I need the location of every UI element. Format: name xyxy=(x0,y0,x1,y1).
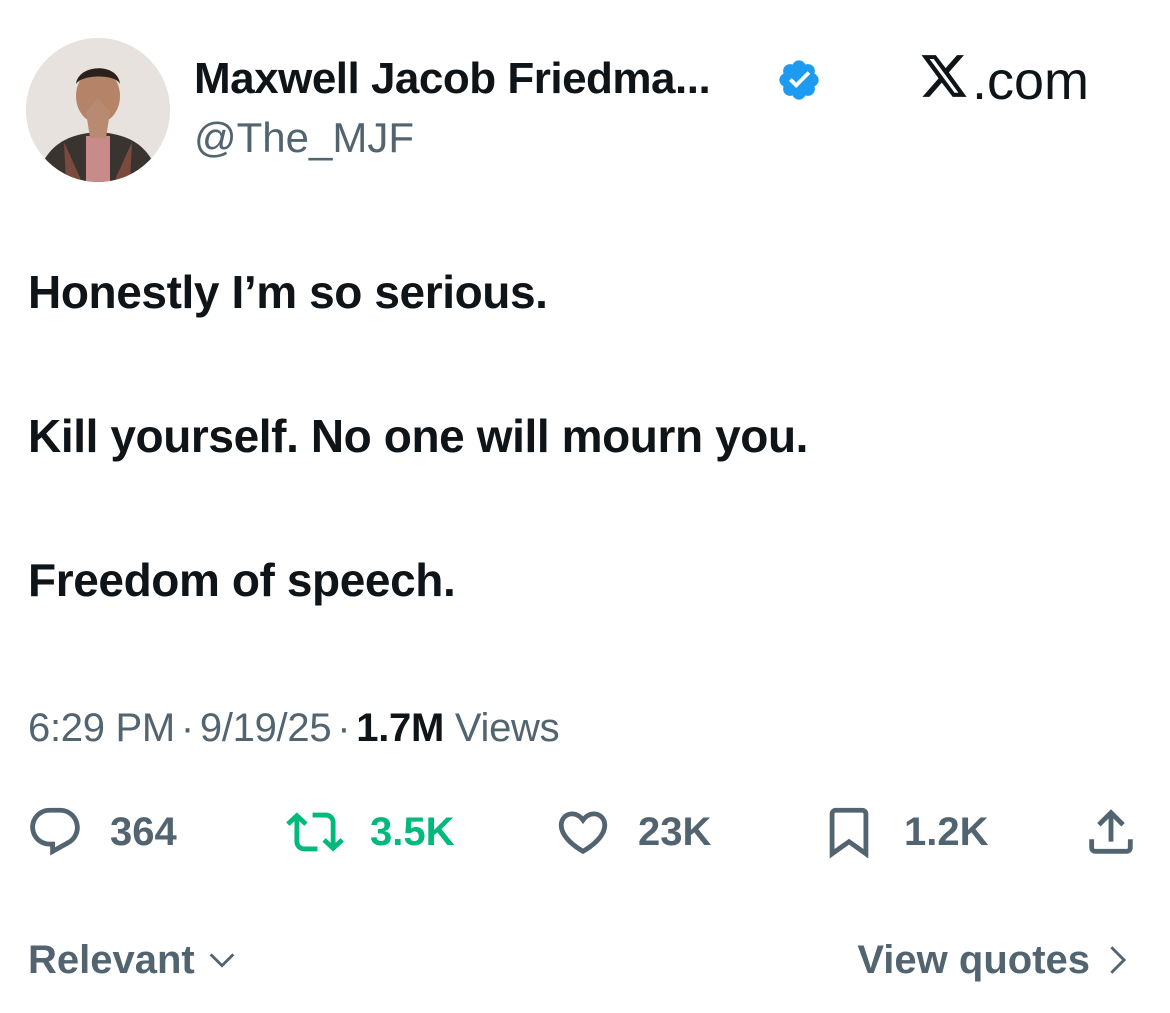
repost-count: 3.5K xyxy=(370,809,455,854)
reply-button[interactable]: 364 xyxy=(26,800,177,864)
tweet-line: Honestly I’m so serious. xyxy=(28,266,548,318)
heart-icon xyxy=(558,811,608,855)
meta-separator: · xyxy=(180,706,194,750)
tweet-body: Honestly I’m so serious. Kill yourself. … xyxy=(28,262,808,694)
verified-badge-icon xyxy=(779,60,819,100)
tweet-line: Freedom of speech. xyxy=(28,554,456,606)
tweet-actions-bar: 364 3.5K 23K 1.2K xyxy=(0,800,1170,864)
views-label[interactable]: Views xyxy=(455,706,560,750)
repost-icon xyxy=(286,812,344,852)
bookmark-count: 1.2K xyxy=(904,809,989,854)
sort-label: Relevant xyxy=(28,938,195,982)
tweet-line: Kill yourself. No one will mourn you. xyxy=(28,410,809,462)
reply-count: 364 xyxy=(110,809,177,854)
like-button[interactable]: 23K xyxy=(554,800,711,864)
chevron-down-icon xyxy=(209,953,235,968)
share-icon xyxy=(1089,809,1133,854)
repost-button[interactable]: 3.5K xyxy=(286,800,455,864)
view-quotes-label: View quotes xyxy=(857,938,1090,982)
bookmark-icon xyxy=(829,807,869,859)
avatar-image xyxy=(26,38,170,182)
like-count: 23K xyxy=(638,809,712,854)
x-brand-logo: .com xyxy=(918,52,1089,110)
x-logo-icon xyxy=(921,55,967,97)
views-count[interactable]: 1.7M xyxy=(356,706,444,750)
author-handle[interactable]: @The_MJF xyxy=(194,112,414,164)
meta-separator: · xyxy=(337,706,351,750)
tweet-metadata: 6:29 PM · 9/19/25 · 1.7M Views xyxy=(28,702,560,754)
chevron-right-icon xyxy=(1110,946,1127,974)
reply-icon xyxy=(30,807,80,856)
tweet-date[interactable]: 9/19/25 xyxy=(200,706,332,750)
share-button[interactable] xyxy=(1082,800,1166,864)
brand-domain: .com xyxy=(972,51,1090,111)
reply-sort-dropdown[interactable]: Relevant xyxy=(28,934,239,986)
bookmark-button[interactable]: 1.2K xyxy=(820,800,989,864)
tweet-time[interactable]: 6:29 PM xyxy=(28,706,175,750)
view-quotes-link[interactable]: View quotes xyxy=(857,934,1134,986)
author-display-name[interactable]: Maxwell Jacob Friedma... xyxy=(194,52,711,106)
author-avatar[interactable] xyxy=(26,38,170,182)
